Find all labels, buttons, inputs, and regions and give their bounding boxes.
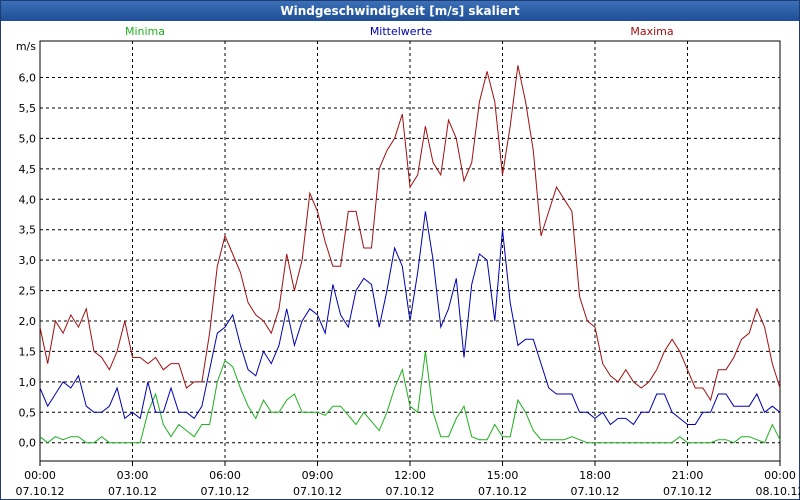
x-tick-time: 00:00	[764, 469, 796, 482]
x-tick-time: 18:00	[579, 469, 611, 482]
legend: Minima Mittelwerte Maxima	[125, 25, 674, 38]
x-tick-date: 07.10.12	[663, 485, 712, 498]
y-axis-label: m/s	[16, 40, 36, 53]
x-tick-date: 08.10.12	[756, 485, 800, 498]
y-axis: 0,0 0,5 1,0 1,5 2,0 2,5 3,0 3,5 4,0 4,5 5,0 5,5 6,0 m…	[16, 40, 36, 450]
x-axis: 00:00 07.10.12 03:00 07.10.12 06:00 07.10.12 0…	[16, 461, 800, 498]
x-tick-date: 07.10.12	[201, 485, 250, 498]
legend-item-minima: Minima	[125, 25, 165, 38]
y-tick-label: 5,5	[19, 102, 37, 115]
y-tick-label: 0,5	[19, 406, 37, 419]
y-tick-label: 0,0	[19, 437, 37, 450]
x-tick-time: 12:00	[394, 469, 426, 482]
x-tick-date: 07.10.12	[571, 485, 620, 498]
y-tick-label: 5,0	[19, 132, 37, 145]
y-tick-label: 2,5	[19, 285, 37, 298]
x-tick-time: 06:00	[209, 469, 241, 482]
x-tick-date: 07.10.12	[478, 485, 527, 498]
y-tick-label: 3,5	[19, 224, 37, 237]
x-tick-time: 03:00	[117, 469, 149, 482]
x-tick-time: 09:00	[302, 469, 334, 482]
legend-item-mittelwerte: Mittelwerte	[370, 25, 433, 38]
legend-item-maxima: Maxima	[630, 25, 673, 38]
x-tick-time: 00:00	[24, 469, 56, 482]
wind-speed-chart: 0,0 0,5 1,0 1,5 2,0 2,5 3,0 3,5 4,0 4,5 5,0 5,5 6,0 m…	[16, 25, 800, 498]
x-tick-date: 07.10.12	[293, 485, 342, 498]
y-tick-label: 1,5	[19, 345, 37, 358]
y-tick-label: 4,0	[19, 193, 37, 206]
x-tick-date: 07.10.12	[16, 485, 65, 498]
x-tick-date: 07.10.12	[108, 485, 157, 498]
y-tick-label: 4,5	[19, 163, 37, 176]
y-tick-label: 1,0	[19, 376, 37, 389]
y-tick-label: 6,0	[19, 72, 37, 85]
x-tick-time: 21:00	[672, 469, 704, 482]
y-tick-label: 3,0	[19, 254, 37, 267]
x-tick-date: 07.10.12	[386, 485, 435, 498]
x-tick-time: 15:00	[487, 469, 519, 482]
y-tick-label: 2,0	[19, 315, 37, 328]
